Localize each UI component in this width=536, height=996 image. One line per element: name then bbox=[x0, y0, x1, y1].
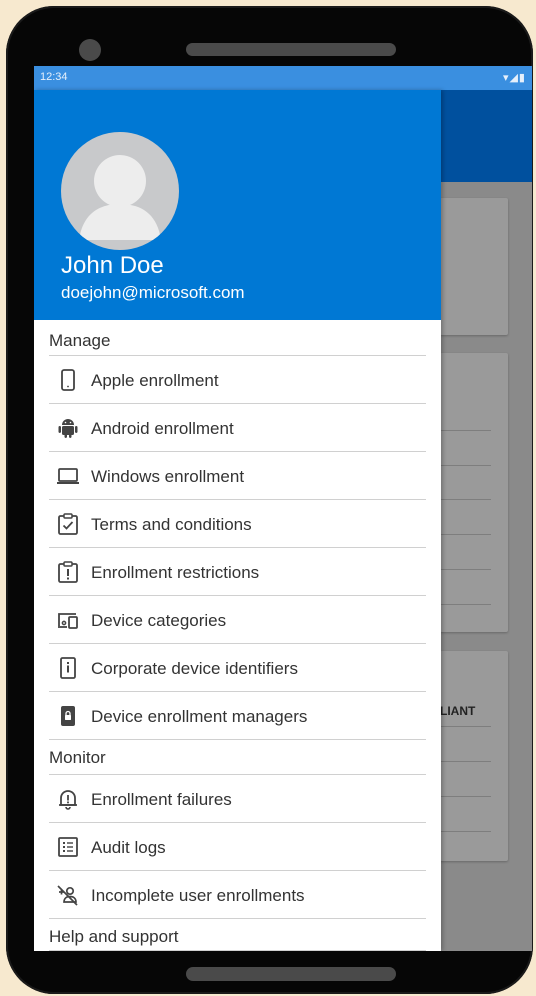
speaker-grille bbox=[186, 43, 396, 56]
menu-item-terms-and-conditions[interactable]: Terms and conditions bbox=[34, 500, 441, 548]
device-lock-icon bbox=[56, 704, 80, 728]
home-bar[interactable] bbox=[186, 967, 396, 981]
bell-alert-icon bbox=[56, 787, 80, 811]
menu-item-enrollment-failures[interactable]: Enrollment failures bbox=[34, 775, 441, 823]
section-header-help-and-support: Help and support bbox=[34, 919, 441, 951]
section-header-monitor: Monitor bbox=[34, 740, 441, 775]
menu-item-windows-enrollment[interactable]: Windows enrollment bbox=[34, 452, 441, 500]
phone-icon bbox=[56, 368, 80, 392]
menu-item-enrollment-restrictions[interactable]: Enrollment restrictions bbox=[34, 548, 441, 596]
background-divider bbox=[440, 534, 491, 535]
menu-item-label: Device categories bbox=[91, 611, 227, 630]
menu-item-label: Apple enrollment bbox=[91, 371, 219, 390]
menu-item-label: Corporate device identifiers bbox=[91, 659, 298, 678]
background-divider bbox=[440, 430, 491, 431]
background-card bbox=[440, 198, 508, 335]
camera bbox=[79, 39, 101, 61]
menu-item-label: Windows enrollment bbox=[91, 467, 245, 486]
clipboard-alert-icon bbox=[56, 560, 80, 584]
avatar[interactable] bbox=[61, 132, 179, 250]
menu-item-label: Enrollment restrictions bbox=[91, 563, 260, 582]
list-icon bbox=[56, 835, 80, 859]
section-header-manage: Manage bbox=[34, 320, 441, 356]
phone-screen: 12:34 ▾◢▮ LIANT John Doe doejohn@microso… bbox=[34, 66, 532, 951]
devices-icon bbox=[56, 608, 80, 632]
drawer-header: John Doe doejohn@microsoft.com bbox=[34, 90, 441, 320]
menu-item-android-enrollment[interactable]: Android enrollment bbox=[34, 404, 441, 452]
background-divider bbox=[440, 726, 491, 727]
laptop-icon bbox=[56, 464, 80, 488]
menu-item-device-enrollment-managers[interactable]: Device enrollment managers bbox=[34, 692, 441, 740]
menu-item-label: Enrollment failures bbox=[91, 790, 232, 809]
menu-item-label: Device enrollment managers bbox=[91, 707, 308, 726]
background-divider bbox=[440, 604, 491, 605]
user-name: John Doe bbox=[61, 252, 164, 279]
status-icons: ▾◢▮ bbox=[502, 72, 526, 84]
menu-item-label: Android enrollment bbox=[91, 419, 234, 438]
phone-frame: 12:34 ▾◢▮ LIANT John Doe doejohn@microso… bbox=[6, 6, 533, 994]
user-email: doejohn@microsoft.com bbox=[61, 283, 245, 302]
background-divider bbox=[440, 569, 491, 570]
background-divider bbox=[440, 796, 491, 797]
background-divider bbox=[440, 499, 491, 500]
clipboard-check-icon bbox=[56, 512, 80, 536]
background-divider bbox=[440, 831, 491, 832]
menu-item-label: Terms and conditions bbox=[91, 515, 252, 534]
menu-item-incomplete-user-enrollments[interactable]: Incomplete user enrollments bbox=[34, 871, 441, 919]
status-bar: 12:34 ▾◢▮ bbox=[34, 66, 532, 90]
drawer-menu: Manage Apple enrollment Android enrollme… bbox=[34, 320, 441, 951]
background-divider bbox=[440, 465, 491, 466]
menu-item-corporate-device-identifiers[interactable]: Corporate device identifiers bbox=[34, 644, 441, 692]
background-card bbox=[440, 651, 508, 861]
navigation-drawer: John Doe doejohn@microsoft.com Manage Ap… bbox=[34, 90, 441, 951]
menu-item-audit-logs[interactable]: Audit logs bbox=[34, 823, 441, 871]
menu-item-device-categories[interactable]: Device categories bbox=[34, 596, 441, 644]
menu-item-apple-enrollment[interactable]: Apple enrollment bbox=[34, 356, 441, 404]
background-card bbox=[440, 353, 508, 632]
background-divider bbox=[440, 761, 491, 762]
android-icon bbox=[56, 416, 80, 440]
user-off-icon bbox=[56, 883, 80, 907]
menu-item-label: Incomplete user enrollments bbox=[91, 886, 305, 905]
background-column-label: LIANT bbox=[440, 704, 476, 718]
status-time: 12:34 bbox=[40, 71, 68, 83]
device-info-icon bbox=[56, 656, 80, 680]
menu-item-label: Audit logs bbox=[91, 838, 166, 857]
